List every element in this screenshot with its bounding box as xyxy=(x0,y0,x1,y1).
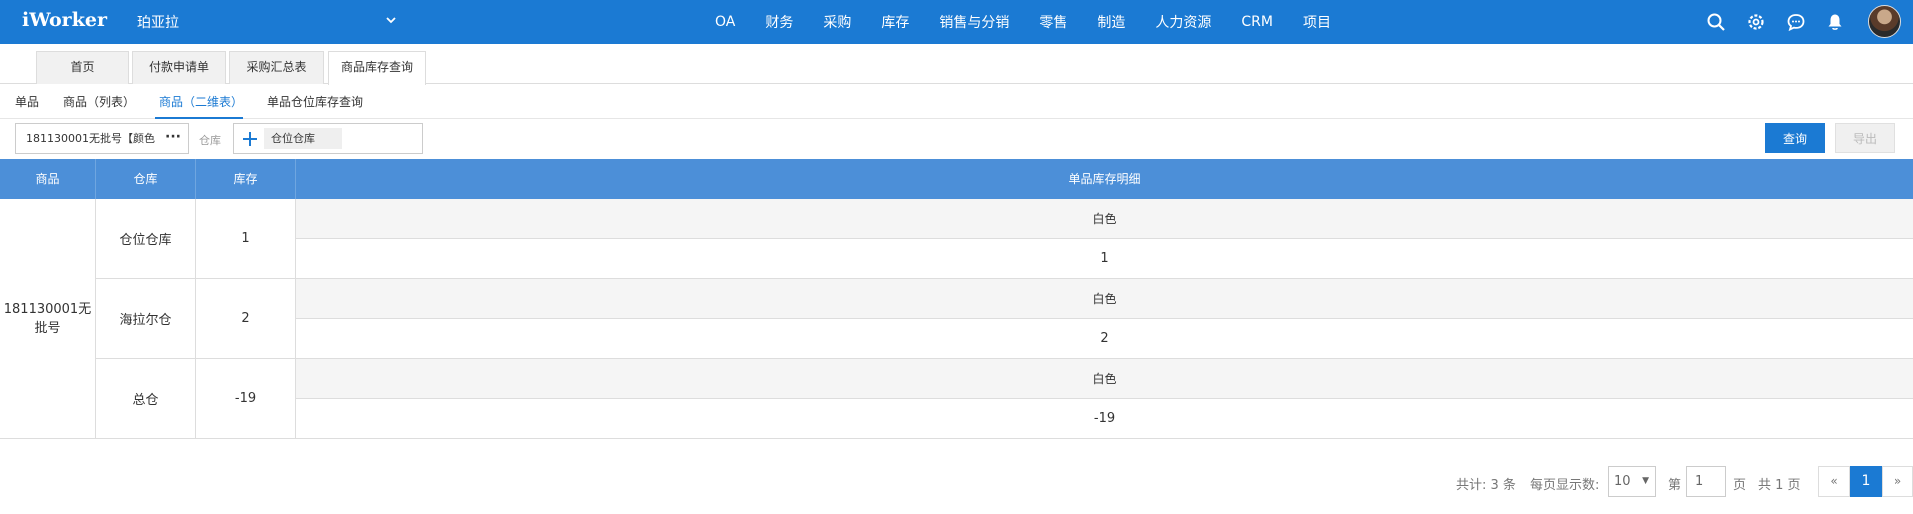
menu-item-inventory[interactable]: 库存 xyxy=(881,12,909,32)
table-row-stock: 1 xyxy=(196,199,296,279)
product-code: 181130001无批号 xyxy=(3,301,92,336)
warehouse-field[interactable]: 仓位仓库 xyxy=(233,123,423,154)
table-row-warehouse: 总仓 xyxy=(96,359,196,439)
pagination: 共计: 3 条 每页显示数: 10 ▼ 第 1 页 共 1 页 « 1 » xyxy=(0,460,1913,500)
page-size-select[interactable]: 10 ▼ xyxy=(1608,466,1656,497)
top-navbar: iWorker 珀亚拉 OA 财务 采购 库存 销售与分销 零售 制造 人力资源… xyxy=(0,0,1913,44)
stock-value: -19 xyxy=(234,391,257,406)
product-field[interactable]: 181130001无批号【颜色 ··· xyxy=(15,123,189,154)
table-row-stock: -19 xyxy=(196,359,296,439)
table-header: 商品 仓库 库存 单品库存明细 xyxy=(0,159,1913,199)
column-header-item-detail: 单品库存明细 xyxy=(1068,172,1141,186)
page-number-input[interactable]: 1 xyxy=(1686,466,1726,497)
settings-gear-icon[interactable] xyxy=(1746,12,1766,32)
query-button[interactable]: 查询 xyxy=(1765,123,1825,153)
product-picker-button[interactable]: ··· xyxy=(158,124,188,153)
detail-color: 白色 xyxy=(296,199,1913,239)
detail-quantity: 2 xyxy=(296,319,1913,359)
stock-value: 1 xyxy=(241,231,250,246)
tab-home[interactable]: 首页 xyxy=(36,51,129,84)
menu-item-retail[interactable]: 零售 xyxy=(1039,12,1067,32)
next-page-button[interactable]: » xyxy=(1882,466,1913,497)
subnav-single-item[interactable]: 单品 xyxy=(15,93,39,110)
warehouse-name: 海拉尔仓 xyxy=(119,313,172,328)
company-name[interactable]: 珀亚拉 xyxy=(137,12,179,32)
user-avatar[interactable] xyxy=(1868,5,1901,38)
page-suffix: 页 xyxy=(1733,478,1747,493)
stock-value: 2 xyxy=(241,311,250,326)
chat-icon[interactable] xyxy=(1786,12,1806,32)
tab-payment-request[interactable]: 付款申请单 xyxy=(132,51,226,84)
tab-purchase-summary[interactable]: 采购汇总表 xyxy=(229,51,324,84)
column-header-product: 商品 xyxy=(0,159,96,199)
warehouse-chip[interactable]: 仓位仓库 xyxy=(264,128,342,149)
subnav-bin-stock-query[interactable]: 单品仓位库存查询 xyxy=(267,93,363,110)
column-header-warehouse: 仓库 xyxy=(96,159,196,199)
detail-color: 白色 xyxy=(296,359,1913,399)
page-tabs: 首页 付款申请单 采购汇总表 商品库存查询 xyxy=(0,44,1913,85)
main-menu: OA 财务 采购 库存 销售与分销 零售 制造 人力资源 CRM 项目 xyxy=(715,0,1361,44)
menu-item-sales[interactable]: 销售与分销 xyxy=(939,12,1009,32)
subnav-product-matrix[interactable]: 商品（二维表） xyxy=(159,93,243,110)
product-field-value: 181130001无批号【颜色 xyxy=(26,132,155,145)
app-logo[interactable]: iWorker xyxy=(22,9,107,31)
caret-down-icon: ▼ xyxy=(1642,476,1649,486)
table-row-warehouse: 仓位仓库 xyxy=(96,199,196,279)
page-size-label: 每页显示数: xyxy=(1530,478,1600,493)
detail-color: 白色 xyxy=(296,279,1913,319)
column-header-stock: 库存 xyxy=(196,159,296,199)
menu-item-purchase[interactable]: 采购 xyxy=(823,12,851,32)
page-size-value: 10 xyxy=(1614,474,1631,489)
current-page-button[interactable]: 1 xyxy=(1850,466,1882,497)
search-icon[interactable] xyxy=(1706,12,1726,32)
total-pages: 共 1 页 xyxy=(1758,478,1801,493)
menu-item-finance[interactable]: 财务 xyxy=(765,12,793,32)
menu-item-oa[interactable]: OA xyxy=(715,14,735,30)
total-count: 共计: 3 条 xyxy=(1456,478,1516,493)
tab-stock-query[interactable]: 商品库存查询 xyxy=(328,51,426,85)
prev-page-button[interactable]: « xyxy=(1818,466,1850,497)
table-row-warehouse: 海拉尔仓 xyxy=(96,279,196,359)
plus-icon[interactable] xyxy=(241,130,259,148)
warehouse-label: 仓库 xyxy=(199,134,221,147)
subnav-product-list[interactable]: 商品（列表） xyxy=(63,93,135,110)
sub-navigation: 单品 商品（列表） 商品（二维表） 单品仓位库存查询 xyxy=(0,84,1913,119)
menu-item-project[interactable]: 项目 xyxy=(1303,12,1331,32)
export-button[interactable]: 导出 xyxy=(1835,123,1895,153)
menu-item-hr[interactable]: 人力资源 xyxy=(1155,12,1211,32)
product-cell: 181130001无批号 xyxy=(0,199,96,439)
warehouse-name: 总仓 xyxy=(132,393,159,408)
chevron-down-icon[interactable] xyxy=(384,13,398,27)
page-prefix: 第 xyxy=(1668,478,1682,493)
bell-icon[interactable] xyxy=(1825,12,1845,32)
warehouse-name: 仓位仓库 xyxy=(119,233,172,248)
detail-quantity: 1 xyxy=(296,239,1913,279)
detail-quantity: -19 xyxy=(296,399,1913,439)
menu-item-manufacturing[interactable]: 制造 xyxy=(1097,12,1125,32)
filter-bar: 181130001无批号【颜色 ··· 仓库 仓位仓库 查询 导出 xyxy=(0,119,1913,159)
table-row-stock: 2 xyxy=(196,279,296,359)
menu-item-crm[interactable]: CRM xyxy=(1241,14,1273,30)
